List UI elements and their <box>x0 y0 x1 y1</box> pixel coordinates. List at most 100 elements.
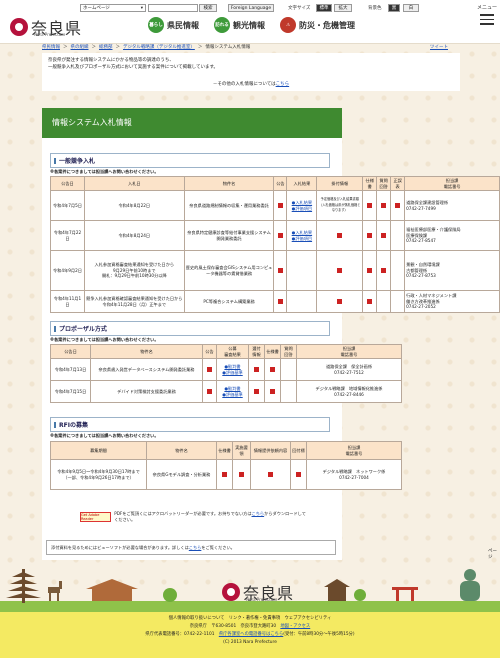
col-header: 物件名 <box>146 441 217 460</box>
pdf-icon[interactable] <box>254 389 259 395</box>
result-link[interactable]: ●入札結果 <box>292 200 312 205</box>
pdf-icon[interactable] <box>367 268 373 274</box>
pdf-icon[interactable] <box>277 268 283 274</box>
dept-phone-link[interactable]: 県庁各課室への電話番号はこちら <box>219 632 283 637</box>
search-input[interactable] <box>148 4 198 12</box>
col-header: 担当課 電話番号 <box>296 344 402 359</box>
foreign-language-button[interactable]: Foreign Language <box>228 4 274 12</box>
bg-black-button[interactable]: 黒 <box>388 4 400 12</box>
pdf-icon[interactable] <box>381 203 387 209</box>
pdf-icon[interactable] <box>277 299 283 305</box>
pdf-icon[interactable] <box>207 389 212 395</box>
breadcrumb-link[interactable]: 総務部 <box>99 44 113 50</box>
cell-item: デバイド対策検討支援委託業務 <box>90 380 203 403</box>
result-link[interactable]: ●評価項目 <box>292 236 312 241</box>
table-row: 令和4年7月22日 令和4年8月24日 奈良県特定健康診査等給付事業支援システム… <box>50 220 500 251</box>
other-bids-link[interactable]: こちら <box>276 82 290 87</box>
viewer-tail: をご覧ください。 <box>201 545 235 550</box>
cell-dept: デジタル戦略課 ネットワーク係 0742-27-7004 <box>306 459 402 490</box>
cell-dept: デジタル戦略課 地域情報化推進係 0742-27-8446 <box>296 380 402 403</box>
breadcrumb-link[interactable]: 県民情報 <box>42 44 60 50</box>
search-scope-select[interactable]: ホームページ ▾ <box>80 4 146 12</box>
footer-links[interactable]: 個人情報の取り扱いについて リンク・著作権・免責事項 ウェブアクセシビリティ <box>0 615 500 623</box>
kurashi-icon: 暮らし <box>148 17 164 33</box>
cell-bid-date: 令和4年8月22日 <box>83 190 185 221</box>
breadcrumb-link[interactable]: デジタル戦略課（デジタル推進室） <box>123 44 195 50</box>
reader-download-link[interactable]: こちら <box>252 511 265 516</box>
warning-icon: ⚠ <box>280 17 296 33</box>
result-link[interactable]: ●評価基準 <box>222 392 242 397</box>
result-link[interactable]: ●勧判書 <box>224 386 240 391</box>
col-header: 公告日 <box>50 344 91 359</box>
breadcrumb-link[interactable]: 県の組織 <box>71 44 89 50</box>
breadcrumb: 県民情報＞ 県の組織＞ 総務部＞ デジタル戦略課（デジタル推進室）＞ 情報システ… <box>42 44 251 50</box>
cell-dept: 福祉医療部医療・介護保険局 医療保険課 0742-27-8547 <box>404 220 500 251</box>
bg-white-button[interactable]: 白 <box>403 4 419 12</box>
footer-logo[interactable]: 奈良県 Nara Prefecture <box>222 580 294 604</box>
pdf-icon[interactable] <box>207 367 212 373</box>
result-link[interactable]: ●入札結果 <box>292 230 312 235</box>
col-header: 正誤表 <box>390 176 406 191</box>
page-top-tab[interactable]: ページ <box>488 548 500 560</box>
site-logo[interactable]: 奈良県 Nara Prefecture <box>10 15 82 39</box>
col-header: 募集期間 <box>50 441 147 460</box>
pdf-icon[interactable] <box>367 299 373 305</box>
footer-hours: (受付：午前8時30分～午後5時15分) <box>283 632 355 637</box>
pdf-icon[interactable] <box>367 203 373 209</box>
table-row: 令和4年7月5日 令和4年8月22日 奈良県道路規制情報の収集・運用業務委託 ●… <box>50 190 500 221</box>
pdf-icon[interactable] <box>277 233 283 239</box>
menu-button[interactable]: メニュー <box>476 4 498 25</box>
pdf-icon[interactable] <box>381 233 387 239</box>
nav-kenmin[interactable]: 暮らし 県民情報 <box>148 17 199 33</box>
nav-kanko[interactable]: 訪れる 観光情報 <box>214 17 265 33</box>
footer-address: 奈良県庁 〒630-8501 奈良市登大路町30 <box>189 624 277 629</box>
viewer-link[interactable]: こちら <box>189 545 202 550</box>
pdf-icon[interactable] <box>337 268 343 274</box>
result-link[interactable]: ●評価基準 <box>222 370 242 375</box>
torii-icon <box>392 587 418 601</box>
deer-logo-icon <box>10 18 28 36</box>
cell-date: 令和4年9月2日 <box>50 250 85 291</box>
text-size-large-button[interactable]: 拡大 <box>334 4 352 12</box>
pdf-icon[interactable] <box>337 299 343 305</box>
text-size-label: 文字サイズ <box>288 6 311 11</box>
cell-dept: 景観・自然環境課 古都管理係 0742-27-8753 <box>404 250 500 291</box>
cell-item: 奈良県歳入発営データベースシステム開発委託業務 <box>90 358 203 381</box>
general-bid-table: 公告日 入札日 物件名 公告 入札結果 掛付情報 仕様書 質問回答 正誤表 担当… <box>50 176 500 313</box>
pdf-icon[interactable] <box>337 233 343 239</box>
pdf-icon[interactable] <box>367 233 373 239</box>
search-scope-value: ホームページ <box>83 6 110 11</box>
search-button[interactable]: 検索 <box>199 4 217 12</box>
pdf-icon[interactable] <box>270 389 275 395</box>
pdf-icon[interactable] <box>381 268 387 274</box>
map-access-link[interactable]: 地図・アクセス <box>280 624 310 629</box>
pdf-icon[interactable] <box>277 203 283 209</box>
pdf-icon[interactable] <box>395 203 401 209</box>
result-link[interactable]: ●評価項目 <box>292 206 312 211</box>
col-header: 公募 審査結果 <box>216 344 249 359</box>
deer-logo-icon <box>222 583 240 601</box>
tweet-link[interactable]: ツイート <box>430 44 448 50</box>
pdf-icon[interactable] <box>270 367 275 373</box>
pdf-icon[interactable] <box>268 472 273 478</box>
intro-box: 奈良県が発注する情報システムにかかる物品等の調達のうち、 一般競争入札及びプロポ… <box>42 53 460 91</box>
pdf-icon[interactable] <box>254 367 259 373</box>
pdf-icon[interactable] <box>222 472 227 478</box>
col-header: 選付 情報 <box>248 344 265 359</box>
text-size-normal-button[interactable]: 標準 <box>316 4 332 12</box>
pdf-icon[interactable] <box>296 472 301 478</box>
cell-item: PC等複合システム構築業務 <box>183 290 275 313</box>
col-header: 物件名 <box>183 176 275 191</box>
pagoda-icon <box>6 569 41 603</box>
pdf-icon[interactable] <box>239 472 244 478</box>
col-header: 物件名 <box>90 344 203 359</box>
nav-bosai[interactable]: ⚠ 防災・危機管理 <box>280 17 355 33</box>
cell-item: 奈良県Gモデル調査・分析業務 <box>146 459 217 490</box>
section-note: ※各案件につきましては担当課へお問い合わせください。 <box>50 433 159 438</box>
buddha-icon <box>460 569 480 601</box>
deer-icon <box>48 581 62 601</box>
adobe-reader-badge[interactable]: Get Adobe Reader <box>80 512 112 522</box>
result-link[interactable]: ●勧判書 <box>224 364 240 369</box>
nav-bosai-label: 防災・危機管理 <box>299 20 355 30</box>
cell-memo: 予定価格及び入札結果書類（入札価格は県が落札価格となります） <box>316 190 364 221</box>
